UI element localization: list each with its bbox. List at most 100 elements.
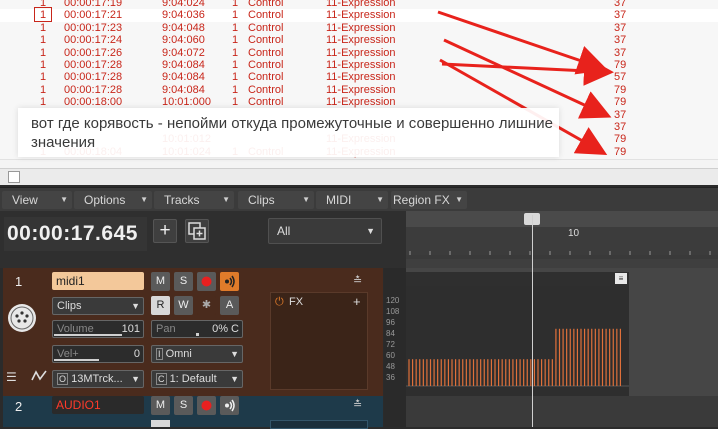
ruler-bar-label: 10 (568, 228, 580, 239)
record-arm-button[interactable] (197, 272, 216, 291)
menu-label: Options (84, 193, 126, 207)
event-cell-mbt: 9:04:060 (162, 34, 205, 47)
channel-dropdown[interactable]: C 1: Default ▼ (151, 370, 243, 388)
event-cell-ch: 1 (232, 46, 239, 59)
menu-bar: View ▼ Options ▼ Tracks ▼ Clips ▼ MIDI ▼ Regi… (0, 187, 718, 212)
event-cell-val: 37 (614, 46, 627, 59)
event-cell-val: 37 (614, 0, 627, 9)
track-view-controls: 00:00:17.645 + All ▼ (0, 211, 406, 268)
fx-bin[interactable]: ⏻ FX + (270, 292, 368, 390)
menu-midi[interactable]: MIDI ▼ (316, 191, 388, 209)
audio-clips-pane[interactable] (406, 396, 718, 427)
velocity-value: 0 (133, 348, 140, 360)
menu-options[interactable]: Options ▼ (74, 191, 152, 209)
event-cell-ch: 1 (232, 0, 239, 9)
menu-region-fx[interactable]: Region FX ▼ (391, 191, 467, 209)
track-number: 2 (15, 399, 23, 414)
add-track-button[interactable]: + (153, 219, 177, 243)
input-echo-button[interactable] (220, 272, 239, 291)
event-cell-kind: Control (248, 59, 284, 71)
track-name-field[interactable]: AUDIO1 (52, 396, 144, 414)
track-name-field[interactable]: midi1 (52, 272, 144, 290)
solo-button[interactable]: S (174, 272, 193, 291)
event-cell-kind: Control (248, 96, 284, 109)
clips-dropdown[interactable]: Clips ▼ (52, 297, 144, 315)
input-echo-button[interactable] (220, 396, 239, 415)
input-echo-icon (225, 399, 235, 412)
menu-label: Clips (248, 193, 275, 207)
channel-value: 1: Default (169, 373, 217, 385)
status-checkbox[interactable] (8, 171, 20, 183)
event-cell-time: 00:00:17:21 (64, 9, 123, 22)
event-cell-mbt: 9:04:072 (162, 46, 205, 59)
menu-clips[interactable]: Clips ▼ (238, 191, 314, 209)
input-echo-icon (225, 275, 235, 288)
ruler-scroll-bar[interactable] (406, 211, 718, 228)
event-cell-val: 79 (614, 145, 627, 158)
event-cell-kind: Control (248, 46, 284, 59)
velocity-offset-slider[interactable]: Vel+ 0 (52, 345, 144, 363)
event-cell-kind: Control (248, 83, 284, 96)
add-fx-button[interactable]: + (353, 294, 361, 309)
automation-button[interactable]: A (220, 296, 239, 315)
read-automation-button[interactable]: R (151, 296, 170, 315)
mute-button[interactable]: M (151, 396, 170, 415)
event-cell-mbt: 9:04:036 (162, 9, 205, 22)
dropdown-arrow-icon: ▼ (131, 374, 140, 384)
event-cell-ctrl: 11-Expression (326, 83, 396, 96)
playhead-line (532, 215, 533, 427)
track-menu-icon[interactable]: ☰ (6, 370, 17, 384)
solo-button[interactable]: S (174, 396, 193, 415)
event-cell-time: 00:00:17:23 (64, 21, 123, 34)
output-dropdown[interactable]: O 13MTrck... ▼ (52, 370, 144, 388)
dropdown-arrow-icon: ▼ (455, 195, 463, 204)
time-display[interactable]: 00:00:17.645 (4, 217, 147, 251)
event-cell-ch: 1 (232, 21, 239, 34)
fx-bin[interactable] (270, 420, 368, 429)
menu-label: View (12, 193, 38, 207)
input-value: Omni (165, 348, 192, 360)
track-filter-select[interactable]: All ▼ (268, 218, 382, 244)
event-cell-n: 1 (40, 34, 47, 47)
fx-label: FX (289, 296, 304, 308)
track-collapse-icon[interactable]: ≛ (353, 274, 362, 287)
read-automation-button[interactable] (151, 420, 170, 427)
annotation-callout: вот где корявость - непойми откуда проме… (18, 108, 559, 157)
dropdown-arrow-icon: ▼ (366, 226, 375, 236)
midi-clip-header[interactable]: ≡ (406, 272, 629, 286)
event-cell-n: 1 (40, 59, 47, 71)
event-cell-time: 00:00:17:24 (64, 34, 123, 47)
velocity-scale-label: 36 (386, 373, 395, 382)
event-cell-ch: 1 (232, 71, 239, 84)
automation-lanes-icon[interactable] (30, 367, 48, 385)
input-dropdown[interactable]: I Omni ▼ (151, 345, 243, 363)
event-cell-val: 79 (614, 133, 627, 146)
event-cell-kind: Control (248, 34, 284, 47)
event-cell-ctrl: 11-Expression (326, 21, 396, 34)
track-audio1[interactable]: 2 AUDIO1 M S ≛ (3, 396, 383, 429)
volume-slider[interactable]: Volume 101 (52, 320, 144, 338)
clip-menu-icon[interactable]: ≡ (615, 273, 627, 284)
pan-slider[interactable]: Pan 0% C (151, 320, 243, 338)
dropdown-arrow-icon: ▼ (222, 195, 230, 204)
write-automation-button[interactable]: W (174, 296, 193, 315)
event-cell-n: 1 (40, 46, 47, 59)
event-cell-n: 1 (40, 21, 47, 34)
event-cell-ch: 1 (232, 34, 239, 47)
menu-tracks[interactable]: Tracks ▼ (154, 191, 234, 209)
event-cell-time: 00:00:17:28 (64, 59, 123, 71)
mute-button[interactable]: M (151, 272, 170, 291)
event-cell-val: 37 (614, 9, 627, 22)
track-midi1[interactable]: 1 midi1 M S ≛ Clips ▼ R W ✱ A Volume 101 … (3, 268, 383, 396)
power-icon[interactable]: ⏻ (275, 296, 284, 309)
event-cell-ctrl: 11-Expression (326, 96, 396, 109)
event-list-status-bar (0, 168, 718, 185)
add-folder-button[interactable] (185, 219, 209, 243)
event-cell-mbt: 9:04:084 (162, 83, 205, 96)
record-arm-button[interactable] (197, 396, 216, 415)
ruler-lower-strip (406, 259, 718, 268)
velocity-fill (54, 359, 99, 361)
menu-view[interactable]: View ▼ (2, 191, 72, 209)
freeze-button[interactable]: ✱ (197, 296, 216, 315)
track-collapse-icon[interactable]: ≛ (353, 398, 362, 411)
